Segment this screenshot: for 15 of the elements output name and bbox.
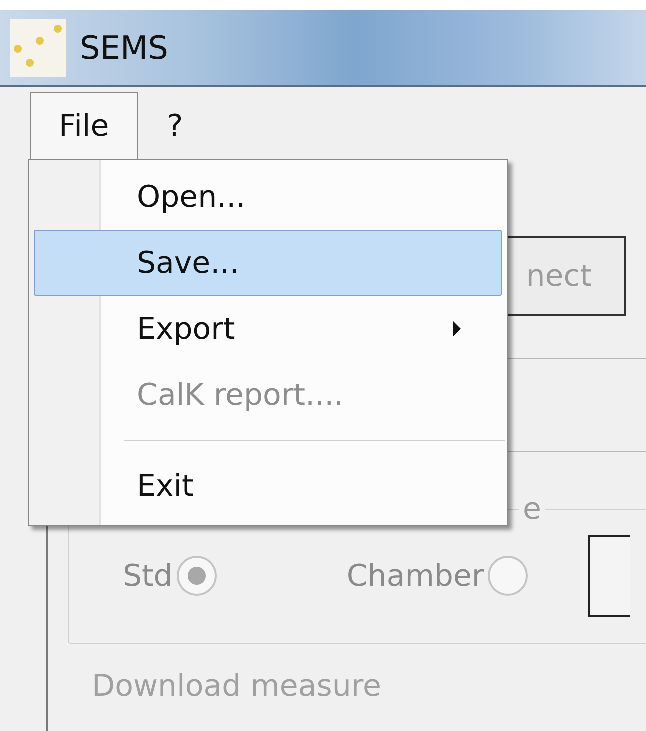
submenu-arrow-icon [453,321,461,337]
menu-title[interactable]: ? [138,92,212,159]
radio-label: Chamber [346,558,484,594]
menu-title[interactable]: File [30,92,138,159]
input-field[interactable] [588,535,630,617]
radio-label: Std [123,558,173,594]
window-title: SEMS [80,28,168,66]
group-legend: e [519,492,546,527]
sparkle-icon [10,18,66,76]
menu-item[interactable]: Exit [34,453,502,519]
menu-item[interactable]: Open... [34,164,502,230]
menu-item[interactable]: Save... [34,230,502,296]
radio-button[interactable] [176,556,217,596]
group-legend: Download measure [92,672,646,702]
radio-button[interactable] [488,556,528,596]
